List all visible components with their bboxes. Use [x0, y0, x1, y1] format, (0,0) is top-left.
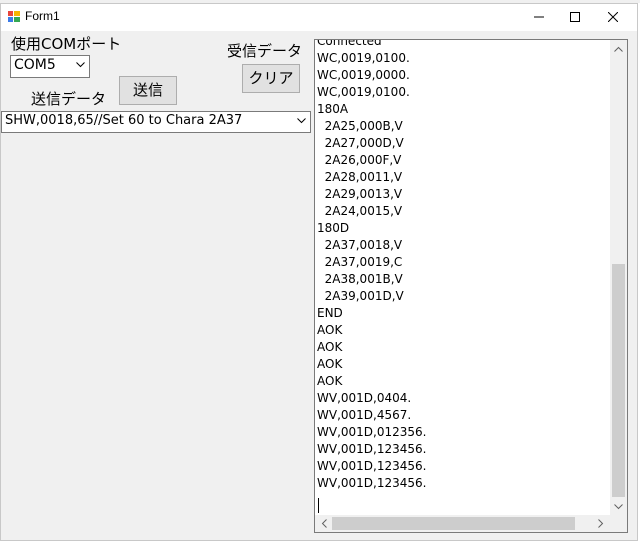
scroll-up-arrow-icon[interactable]	[614, 46, 623, 52]
log-line: AOK	[317, 374, 343, 388]
log-line: 2A26,000F,V	[317, 153, 402, 167]
app-icon	[8, 11, 20, 22]
log-line: WV,001D,4567.	[317, 408, 412, 422]
log-line: 2A38,001B,V	[317, 272, 403, 286]
send-data-select[interactable]: SHW,0018,65//Set 60 to Chara 2A37	[1, 111, 311, 133]
send-data-label: 送信データ	[31, 90, 107, 108]
com-port-value: COM5	[14, 57, 56, 73]
log-line: AOK	[317, 323, 343, 337]
log-line: WC,0019,0000.	[317, 68, 410, 82]
chevron-down-icon	[297, 118, 306, 124]
log-line: 2A39,001D,V	[317, 289, 404, 303]
log-line: 2A29,0013,V	[317, 187, 403, 201]
minimize-icon	[534, 16, 544, 18]
log-line: AOK	[317, 340, 343, 354]
scroll-right-arrow-icon[interactable]	[598, 519, 604, 528]
scroll-down-arrow-icon[interactable]	[614, 504, 623, 510]
log-line: AOK	[317, 357, 343, 371]
log-line: 2A37,0018,V	[317, 238, 403, 252]
close-icon	[607, 11, 619, 23]
horizontal-scrollbar[interactable]	[315, 515, 610, 532]
form-client-area: 使用COMポート 受信データ COM5 クリア 送信 送信データ SHW,001…	[1, 31, 637, 540]
log-line: 2A37,0019,C	[317, 255, 403, 269]
window-title: Form1	[25, 9, 60, 23]
scrollbar-corner	[610, 515, 627, 532]
log-line: 2A25,000B,V	[317, 119, 403, 133]
receive-data-label: 受信データ	[227, 42, 303, 60]
log-line: WV,001D,123456.	[317, 459, 427, 473]
com-port-select[interactable]: COM5	[10, 55, 90, 78]
log-line: 180A	[317, 102, 349, 116]
receive-log-textbox[interactable]: Connected WC,0019,0100. WC,0019,0000. WC,00…	[314, 39, 628, 533]
scroll-left-arrow-icon[interactable]	[321, 519, 327, 528]
send-button[interactable]: 送信	[119, 76, 177, 105]
log-line: 2A24,0015,V	[317, 204, 403, 218]
chevron-down-icon	[76, 62, 85, 68]
vertical-scroll-thumb[interactable]	[612, 264, 625, 497]
log-line: 2A27,000D,V	[317, 136, 404, 150]
log-line: 2A28,0011,V	[317, 170, 403, 184]
maximize-button[interactable]	[557, 4, 593, 31]
send-data-value: SHW,0018,65//Set 60 to Chara 2A37	[5, 113, 243, 128]
horizontal-scroll-thumb[interactable]	[332, 517, 575, 530]
maximize-icon	[570, 12, 580, 22]
text-caret	[318, 498, 319, 513]
close-button[interactable]	[595, 4, 631, 31]
log-line: Connected	[317, 39, 382, 48]
title-bar[interactable]: Form1	[1, 4, 637, 31]
clear-button[interactable]: クリア	[242, 64, 300, 93]
log-line: END	[317, 306, 343, 320]
log-line: WV,001D,012356.	[317, 425, 427, 439]
log-line: WV,001D,123456.	[317, 476, 427, 490]
log-line: 180D	[317, 221, 350, 235]
receive-log-lines: Connected WC,0019,0100. WC,0019,0000. WC,00…	[317, 39, 610, 492]
minimize-button[interactable]	[521, 4, 557, 31]
log-line: WC,0019,0100.	[317, 85, 410, 99]
form-window: Form1 使用COMポート 受信データ COM5 クリア 送信 送信データ S…	[0, 3, 638, 541]
vertical-scrollbar[interactable]	[610, 40, 627, 516]
log-line: WC,0019,0100.	[317, 51, 410, 65]
com-port-label: 使用COMポート	[11, 35, 122, 53]
log-line: WV,001D,0404.	[317, 391, 412, 405]
log-line: WV,001D,123456.	[317, 442, 427, 456]
